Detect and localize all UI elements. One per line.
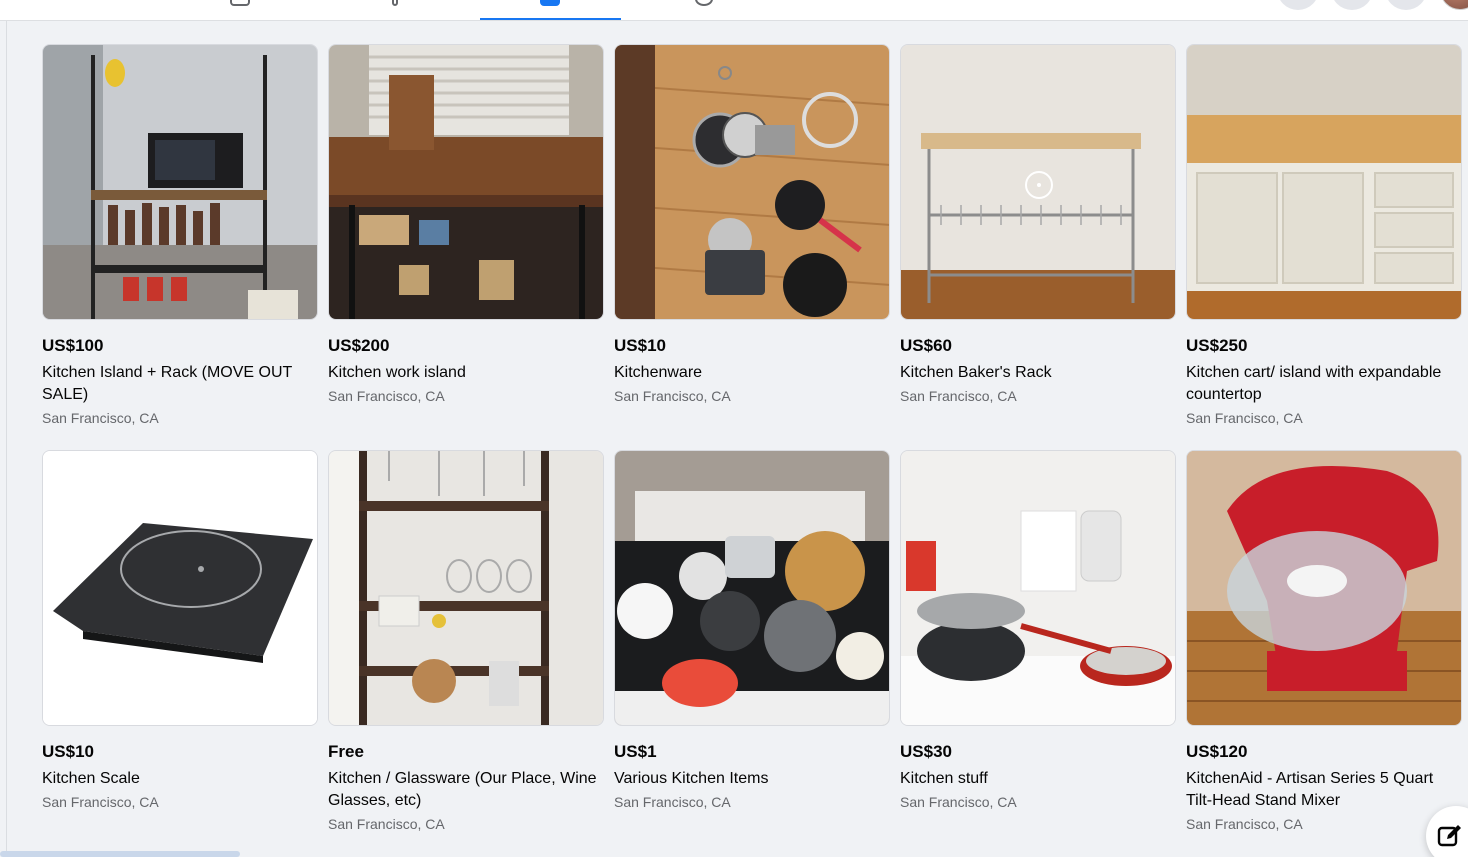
listing-title[interactable]: Kitchen work island [328, 362, 604, 384]
listing-title[interactable]: Kitchen Baker's Rack [900, 362, 1176, 384]
listing-price: US$100 [42, 336, 104, 355]
listing-location: San Francisco, CA [900, 388, 1017, 404]
listing-image[interactable] [328, 450, 604, 726]
video-icon [392, 0, 398, 6]
listing-price: US$120 [1186, 742, 1248, 761]
listing-image[interactable] [42, 450, 318, 726]
listing-title[interactable]: Various Kitchen Items [614, 768, 890, 790]
listing-image[interactable] [614, 44, 890, 320]
listing-price: US$60 [900, 336, 952, 355]
listing-image[interactable] [900, 44, 1176, 320]
messenger-button[interactable] [1331, 0, 1373, 10]
listing-card[interactable]: US$250 Kitchen cart/ island with expanda… [1186, 44, 1462, 428]
listing-title[interactable]: Kitchen / Glassware (Our Place, Wine Gla… [328, 768, 604, 812]
listing-price: US$200 [328, 336, 390, 355]
listing-title[interactable]: Kitchen Scale [42, 768, 318, 790]
listing-image[interactable] [1186, 44, 1462, 320]
listing-card[interactable]: US$120 KitchenAid - Artisan Series 5 Qua… [1186, 450, 1462, 834]
nav-tab-marketplace[interactable] [480, 0, 621, 20]
listing-card[interactable]: US$30 Kitchen stuff San Francisco, CA [900, 450, 1176, 812]
edit-icon [1437, 825, 1461, 847]
listing-card[interactable]: US$200 Kitchen work island San Francisco… [328, 44, 604, 406]
listing-price: US$1 [614, 742, 657, 761]
listing-price: US$30 [900, 742, 952, 761]
listing-location: San Francisco, CA [614, 794, 731, 810]
avatar[interactable] [1440, 0, 1468, 10]
listing-price: US$10 [614, 336, 666, 355]
listing-card[interactable]: US$10 Kitchen Scale San Francisco, CA [42, 450, 318, 812]
nav-tab-home[interactable] [170, 0, 311, 20]
listing-price: US$10 [42, 742, 94, 761]
listing-title[interactable]: Kitchen cart/ island with expandable cou… [1186, 362, 1462, 406]
listing-image[interactable] [614, 450, 890, 726]
top-navigation-bar [0, 0, 1468, 21]
horizontal-scrollbar[interactable] [0, 851, 240, 857]
marketplace-icon [540, 0, 560, 6]
listing-title[interactable]: Kitchen stuff [900, 768, 1176, 790]
listing-card[interactable]: Free Kitchen / Glassware (Our Place, Win… [328, 450, 604, 834]
listing-location: San Francisco, CA [900, 794, 1017, 810]
listing-image[interactable] [1186, 450, 1462, 726]
listing-image[interactable] [42, 44, 318, 320]
listing-location: San Francisco, CA [328, 388, 445, 404]
listing-location: San Francisco, CA [42, 794, 159, 810]
notifications-button[interactable] [1385, 0, 1427, 10]
listing-image[interactable] [328, 44, 604, 320]
menu-button[interactable] [1277, 0, 1319, 10]
groups-icon [695, 0, 713, 6]
listing-card[interactable]: US$1 Various Kitchen Items San Francisco… [614, 450, 890, 812]
listing-location: San Francisco, CA [614, 388, 731, 404]
listing-image[interactable] [900, 450, 1176, 726]
nav-tab-video[interactable] [325, 0, 466, 20]
listing-title[interactable]: Kitchen Island + Rack (MOVE OUT SALE) [42, 362, 318, 406]
listing-location: San Francisco, CA [42, 410, 159, 426]
listing-location: San Francisco, CA [328, 816, 445, 832]
nav-tab-groups[interactable] [635, 0, 776, 20]
listing-card[interactable]: US$100 Kitchen Island + Rack (MOVE OUT S… [42, 44, 318, 428]
listing-title[interactable]: Kitchenware [614, 362, 890, 384]
listing-card[interactable]: US$60 Kitchen Baker's Rack San Francisco… [900, 44, 1176, 406]
divider [6, 21, 7, 857]
listing-location: San Francisco, CA [1186, 410, 1303, 426]
home-icon [230, 0, 250, 6]
listing-price: US$250 [1186, 336, 1248, 355]
listing-location: San Francisco, CA [1186, 816, 1303, 832]
listing-card[interactable]: US$10 Kitchenware San Francisco, CA [614, 44, 890, 406]
listing-title[interactable]: KitchenAid - Artisan Series 5 Quart Tilt… [1186, 768, 1462, 812]
listing-price: Free [328, 742, 364, 761]
active-tab-indicator [480, 18, 621, 20]
